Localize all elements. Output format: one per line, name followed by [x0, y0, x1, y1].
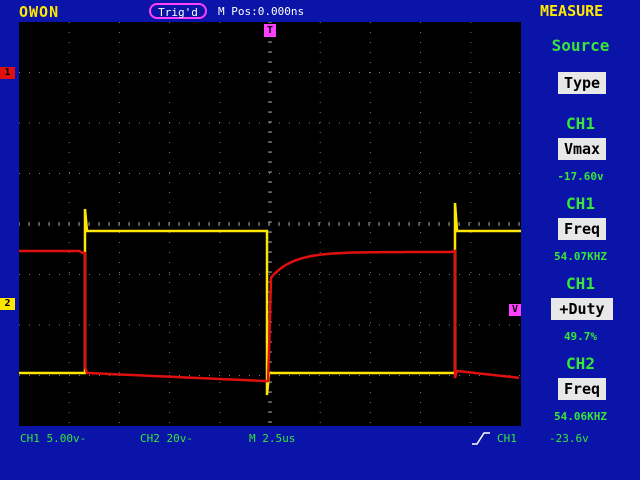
trigger-level-marker[interactable]: V — [509, 304, 521, 316]
measure-item-1[interactable]: CH1 Vmax -17.60v — [521, 106, 640, 186]
ch2-ground-marker[interactable]: 2 — [0, 298, 15, 310]
rising-edge-icon — [472, 432, 490, 445]
type-button[interactable]: Type — [558, 72, 606, 94]
measure-value: 54.06KHZ — [554, 410, 607, 423]
measure-type-box: Freq — [558, 218, 606, 240]
ch2-scale-readout: CH2 20v- — [140, 432, 193, 445]
trigger-status-badge: Trig'd — [149, 3, 207, 19]
measure-channel-label: CH1 — [566, 194, 595, 213]
bottom-status-bar — [0, 426, 640, 480]
measure-type-box: Vmax — [558, 138, 606, 160]
measure-item-3[interactable]: CH1 +Duty 49.7% — [521, 266, 640, 346]
measure-value: -17.60v — [557, 170, 604, 183]
source-label: Source — [551, 36, 610, 55]
measure-item-2[interactable]: CH1 Freq 54.07KHZ — [521, 186, 640, 266]
measure-channel-label: CH1 — [566, 114, 595, 133]
measure-type-box: +Duty — [551, 298, 613, 320]
measure-value: 54.07KHZ — [554, 250, 607, 263]
ch1-trace — [19, 249, 520, 383]
brand-logo: OWON — [19, 3, 60, 21]
measure-type-box: Freq — [558, 378, 606, 400]
waveform-display[interactable] — [19, 22, 521, 426]
measure-item-4[interactable]: CH2 Freq 54.06KHZ — [521, 346, 640, 426]
trigger-level-readout: -23.6v — [549, 432, 589, 445]
measure-channel-label: CH1 — [566, 274, 595, 293]
trigger-position-marker[interactable]: T — [264, 24, 276, 37]
timebase-readout: M 2.5us — [249, 432, 296, 445]
measure-value: 49.7% — [563, 330, 598, 343]
ch1-ground-marker[interactable]: 1 — [0, 67, 15, 79]
trigger-source-readout: CH1 — [497, 432, 517, 445]
measure-menu-title: MEASURE — [540, 2, 604, 20]
horizontal-position-readout: M Pos:0.000ns — [218, 5, 305, 18]
measure-source-cell[interactable]: Source Type — [521, 22, 640, 106]
waveform-canvas — [19, 22, 521, 426]
ch1-scale-readout: CH1 5.00v- — [20, 432, 87, 445]
measure-channel-label: CH2 — [566, 354, 595, 373]
